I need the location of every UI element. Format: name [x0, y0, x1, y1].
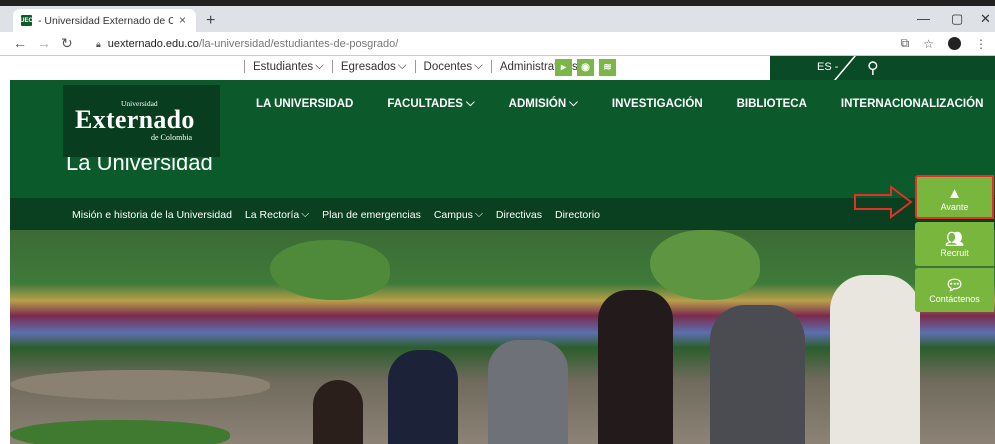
browser-tab-bar: UEC - Universidad Externado de Colo × + …: [0, 0, 995, 32]
contact-button[interactable]: 💬︎ Contáctenos: [915, 268, 994, 312]
profile-avatar[interactable]: [948, 37, 961, 50]
maximize-button[interactable]: ▢: [951, 11, 963, 27]
person-photo: [488, 340, 568, 444]
chevron-down-icon: ⌵: [474, 60, 483, 72]
close-window-button[interactable]: ✕: [980, 11, 991, 27]
language-selector[interactable]: ES -: [817, 61, 838, 73]
subnav-campus[interactable]: Campus ⌵: [434, 208, 483, 221]
subnav-label: Directorio: [555, 208, 600, 221]
social-icon-1[interactable]: ▸: [555, 59, 572, 76]
reload-icon[interactable]: ↻: [61, 35, 73, 52]
logo-main-text: Externado: [75, 105, 195, 134]
address-bar-row: ← → ↻ 🔒︎ uexternado.edu.co/la-universida…: [0, 32, 995, 56]
close-tab-icon[interactable]: ×: [179, 13, 186, 27]
subnav-label: La Rectoría: [244, 208, 300, 221]
utility-link-label: Estudiantes: [253, 60, 314, 73]
foliage-shape: [650, 230, 760, 300]
new-tab-button[interactable]: +: [206, 12, 215, 30]
nav-label: LA UNIVERSIDAD: [256, 97, 354, 110]
tab-title: - Universidad Externado de Colo: [38, 14, 173, 27]
forward-arrow-icon[interactable]: →: [37, 35, 51, 51]
person-photo: [388, 350, 458, 444]
nav-label: ADMISIÓN: [508, 97, 567, 110]
contact-label: Contáctenos: [929, 294, 980, 304]
subnav-label: Plan de emergencias: [322, 208, 421, 221]
utility-link-label: Docentes: [423, 60, 473, 73]
chevron-down-icon: ⌵: [315, 60, 324, 72]
chevron-down-icon: ⌵: [569, 97, 578, 109]
social-icon-2[interactable]: ◉: [577, 59, 594, 76]
back-arrow-icon[interactable]: ←: [13, 35, 27, 51]
chevron-down-icon: ⌵: [474, 208, 483, 220]
nav-admision[interactable]: ADMISIÓN ⌵: [509, 97, 578, 110]
nav-label: BIBLIOTECA: [736, 97, 807, 110]
chevron-down-icon: ⌵: [465, 97, 475, 109]
person-photo: [710, 305, 805, 444]
utility-link-label: Egresados: [340, 60, 396, 73]
social-icons: ▸ ◉ ≋: [555, 59, 616, 76]
subnav-label: Campus: [433, 208, 473, 221]
person-photo: [830, 275, 920, 444]
foliage-shape: [10, 420, 230, 444]
minimize-button[interactable]: —: [917, 11, 930, 26]
subnav-directivas[interactable]: Directivas: [496, 208, 542, 221]
nav-label: INTERNACIONALIZACIÓN: [840, 97, 984, 110]
person-photo: [598, 290, 673, 444]
nav-facultades[interactable]: FACULTADES ⌵: [387, 97, 474, 110]
subnav-label: Directivas: [495, 208, 542, 221]
search-icon[interactable]: ⚲: [867, 58, 879, 78]
nav-investigacion[interactable]: INVESTIGACIÓN: [612, 97, 703, 110]
main-nav-items: LA UNIVERSIDAD FACULTADES ⌵ ADMISIÓN ⌵ INV…: [256, 97, 995, 110]
utility-link-docentes[interactable]: Docentes ⌵: [414, 60, 491, 73]
website: Estudiantes ⌵ Egresados ⌵ Docentes ⌵ Admini…: [10, 56, 995, 444]
section-subnav: Misión e historia de la Universidad La R…: [10, 198, 995, 230]
chevron-down-icon: ⌵: [301, 208, 310, 220]
stone-wall: [10, 370, 270, 400]
url-input[interactable]: 🔒︎ uexternado.edu.co/la-universidad/estu…: [96, 35, 896, 53]
people-icon: 👥︎: [944, 231, 965, 248]
chevron-down-icon: ⌵: [397, 60, 407, 72]
recruit-button[interactable]: 👥︎ Recruit: [915, 222, 994, 266]
subnav-directorio[interactable]: Directorio: [555, 208, 600, 221]
language-search-area: ES - ⚲: [770, 56, 995, 80]
main-navigation: Universidad Externado de Colombia LA UNI…: [10, 80, 995, 157]
utility-link-egresados[interactable]: Egresados ⌵: [331, 60, 415, 73]
favicon-icon: UEC: [20, 15, 33, 26]
nav-la-universidad[interactable]: LA UNIVERSIDAD: [256, 97, 353, 110]
url-path: /la-universidad/estudiantes-de-posgrado/: [198, 38, 399, 50]
subnav-label: Misión e historia de la Universidad: [72, 208, 232, 221]
browser-tab[interactable]: UEC - Universidad Externado de Colo ×: [13, 9, 196, 32]
subnav-plan-emergencias[interactable]: Plan de emergencias: [322, 208, 421, 221]
menu-dots-icon[interactable]: ⋮: [975, 37, 987, 51]
subnav-mision[interactable]: Misión e historia de la Universidad: [72, 208, 232, 221]
address-bar-actions: ⧉ ☆ ⋮: [901, 36, 987, 51]
utility-links: Estudiantes ⌵ Egresados ⌵ Docentes ⌵ Admini…: [244, 60, 586, 73]
university-logo[interactable]: Universidad Externado de Colombia: [63, 85, 220, 157]
logo-bottom-text: de Colombia: [151, 133, 193, 142]
avante-icon: ▲: [947, 185, 962, 202]
foliage-shape: [270, 240, 390, 300]
subnav-rectoria[interactable]: La Rectoría ⌵: [245, 208, 309, 221]
nav-label: INVESTIGACIÓN: [611, 97, 703, 110]
utility-link-estudiantes[interactable]: Estudiantes ⌵: [244, 60, 332, 73]
avante-label: Avante: [940, 202, 969, 212]
translate-icon[interactable]: ⧉: [901, 36, 910, 51]
annotation-arrow-icon: [854, 185, 913, 219]
utility-bar: Estudiantes ⌵ Egresados ⌵ Docentes ⌵ Admini…: [10, 56, 995, 80]
nav-biblioteca[interactable]: BIBLIOTECA: [737, 97, 807, 110]
person-photo: [313, 380, 363, 444]
nav-label: FACULTADES: [387, 97, 463, 110]
social-icon-3[interactable]: ≋: [599, 59, 616, 76]
subnav-items: Misión e historia de la Universidad La R…: [72, 208, 613, 221]
hero-photo: [10, 230, 995, 444]
url-host: uexternado.edu.co: [107, 38, 199, 50]
lock-icon: 🔒︎: [96, 38, 101, 49]
nav-internacionalizacion[interactable]: INTERNACIONALIZACIÓN: [841, 97, 983, 110]
chat-icon: 💬︎: [944, 277, 965, 294]
bookmark-star-icon[interactable]: ☆: [923, 37, 934, 51]
recruit-label: Recruit: [940, 248, 969, 258]
avante-button[interactable]: ▲ Avante: [915, 175, 994, 219]
